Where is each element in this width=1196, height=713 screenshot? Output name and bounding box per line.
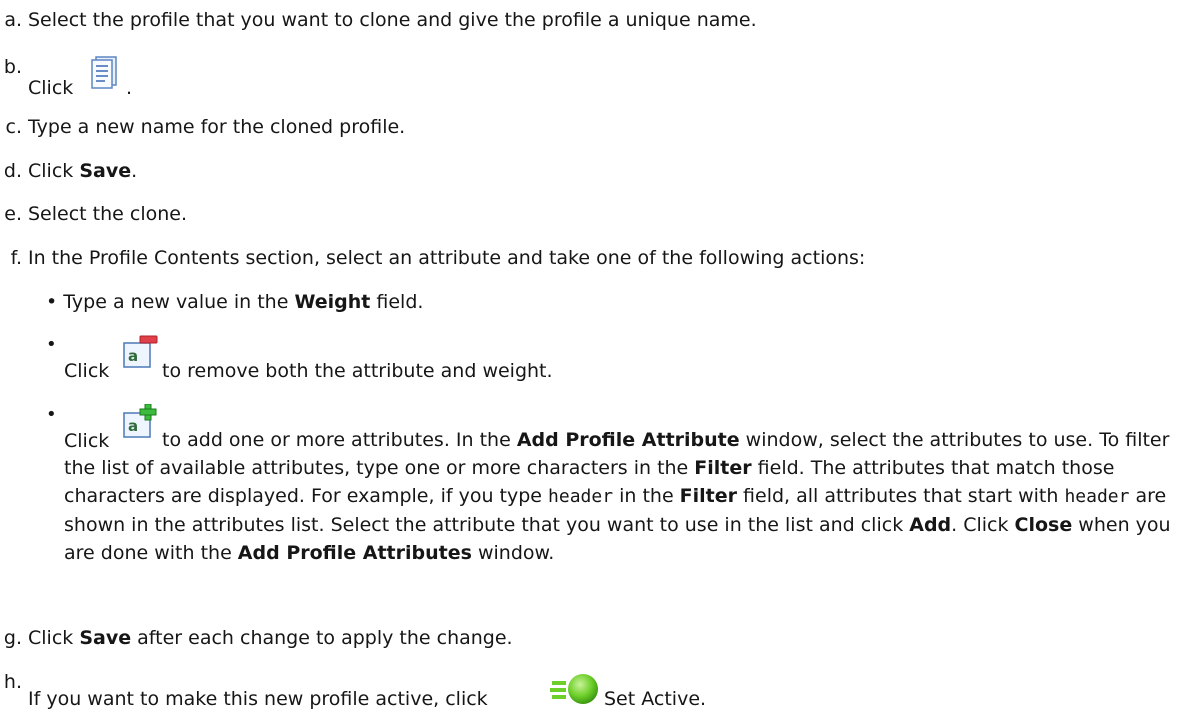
step-text: Select the clone. <box>28 203 187 225</box>
step-marker: e. <box>4 203 22 225</box>
bullet-text: to remove both the attribute and weight. <box>162 360 553 382</box>
step-text: Type a new name for the cloned profile. <box>28 116 406 138</box>
step-f: f. In the Profile Contents section, selec… <box>0 246 866 270</box>
step-a: a. Select the profile that you want to cl… <box>0 8 757 32</box>
step-h-marker-line: h. <box>0 670 28 694</box>
remove-attribute-icon[interactable]: a <box>121 334 159 378</box>
procedure-steps: a. Select the profile that you want to cl… <box>0 0 1196 712</box>
step-c: c. Type a new name for the cloned profile… <box>0 115 406 139</box>
bullet-text: . Click <box>951 514 1015 536</box>
step-text: after each change to apply the change. <box>131 627 513 649</box>
step-e: e. Select the clone. <box>0 202 187 226</box>
ui-label-save: Save <box>79 160 132 182</box>
step-marker: b. <box>3 56 22 78</box>
step-marker: a. <box>4 9 22 31</box>
bullet-text: field, all attributes that start with <box>737 485 1065 507</box>
bullet-text: Type a new value in the <box>63 291 295 313</box>
bullet-text: to add one or more attributes. In the <box>162 429 517 451</box>
step-marker: g. <box>3 627 22 649</box>
step-g: g. Click Save after each change to apply … <box>0 626 513 650</box>
step-text: Set Active. <box>604 688 707 710</box>
ui-label-weight: Weight <box>294 291 371 313</box>
step-text: . <box>131 160 138 182</box>
step-d: d. Click Save. <box>0 159 137 183</box>
code-text: header <box>548 486 614 507</box>
bullet-mark: • <box>46 334 57 355</box>
ui-label-save: Save <box>79 627 132 649</box>
svg-text:a: a <box>128 347 138 365</box>
step-h: If you want to make this new profile act… <box>28 674 706 711</box>
bullet-text: Click <box>64 360 110 382</box>
ui-label: Filter <box>694 457 752 479</box>
step-text: Click <box>28 77 74 99</box>
step-text: If you want to make this new profile act… <box>28 688 488 710</box>
step-text: Click <box>28 160 80 182</box>
bullet-mark: • <box>46 404 57 425</box>
bullet-text: in the <box>613 485 680 507</box>
step-text: In the Profile Contents section, select … <box>28 247 866 269</box>
ui-label: Add Profile Attribute <box>516 429 740 451</box>
ui-label: Close <box>1014 514 1073 536</box>
step-marker: f. <box>10 247 22 269</box>
bullet-add-text: to add one or more attributes. In the Ad… <box>64 426 1184 567</box>
bullet-remove: Click a to remove both the attribute and… <box>64 335 553 383</box>
bullet-text: window. <box>471 542 555 564</box>
code-text: header <box>1064 486 1130 507</box>
set-active-icon[interactable] <box>550 671 602 713</box>
bullet-weight: • Type a new value in the Weight field. <box>46 290 423 314</box>
step-marker: c. <box>5 116 23 138</box>
step-b-marker-line: b. <box>0 55 28 79</box>
ui-label: Add <box>909 514 952 536</box>
step-text: Select the profile that you want to clon… <box>28 9 757 31</box>
step-marker: h. <box>3 671 22 693</box>
bullet-mark: • <box>46 291 58 313</box>
clone-profile-icon[interactable] <box>88 54 124 96</box>
ui-label: Filter <box>679 485 738 507</box>
step-marker: d. <box>3 160 22 182</box>
step-text: Click <box>28 627 80 649</box>
bullet-text: field. <box>370 291 424 313</box>
ui-label: Add Profile Attributes <box>237 542 472 564</box>
step-b: Click . <box>28 56 132 100</box>
step-text: . <box>126 77 133 99</box>
